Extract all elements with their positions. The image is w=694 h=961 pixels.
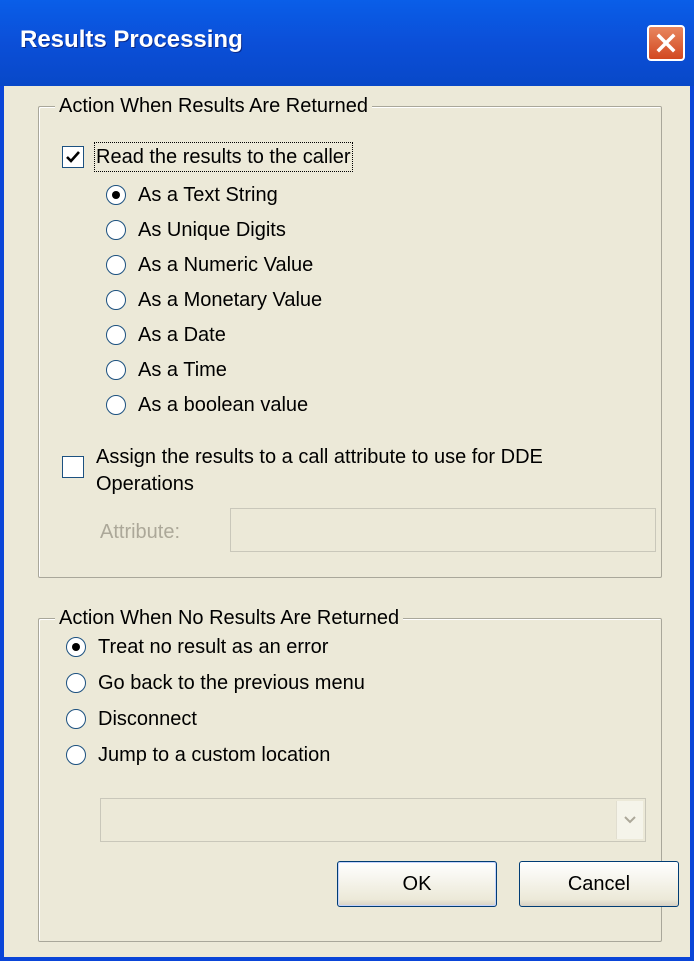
read-results-checkbox[interactable]: Read the results to the caller: [62, 142, 353, 172]
assign-results-label: Assign the results to a call attribute t…: [96, 444, 543, 498]
format-radio-time[interactable]: As a Time: [106, 357, 227, 383]
radio-circle: [66, 637, 86, 657]
radio-circle: [106, 255, 126, 275]
window-title: Results Processing: [20, 26, 243, 53]
radio-circle: [106, 290, 126, 310]
checkbox-box: [62, 456, 84, 478]
results-returned-legend: Action When Results Are Returned: [55, 93, 373, 119]
attribute-label: Attribute:: [100, 521, 181, 543]
checkbox-box: [62, 146, 84, 168]
no-result-option-label: Treat no result as an error: [98, 636, 329, 658]
chevron-down-icon: [624, 816, 636, 824]
checkmark-icon: [66, 151, 80, 163]
no-result-option-label: Go back to the previous menu: [98, 672, 365, 694]
format-radio-unique-digits[interactable]: As Unique Digits: [106, 217, 286, 243]
ok-button[interactable]: OK: [337, 861, 497, 907]
close-icon: [656, 33, 676, 53]
format-option-label: As Unique Digits: [138, 219, 286, 241]
format-radio-date[interactable]: As a Date: [106, 322, 226, 348]
radio-circle: [106, 220, 126, 240]
format-option-label: As a Date: [138, 324, 226, 346]
results-processing-dialog: Results Processing Action When Results A…: [0, 0, 694, 961]
radio-circle: [66, 745, 86, 765]
no-results-legend: Action When No Results Are Returned: [55, 605, 404, 631]
dropdown-button[interactable]: [616, 801, 643, 839]
assign-results-label-line2: Operations: [96, 473, 194, 495]
radio-dot-icon: [72, 643, 80, 651]
dialog-body: Action When Results Are Returned Read th…: [4, 86, 690, 961]
format-radio-monetary-value[interactable]: As a Monetary Value: [106, 287, 322, 313]
radio-circle: [66, 709, 86, 729]
assign-results-label-line1: Assign the results to a call attribute t…: [96, 446, 543, 468]
attribute-input[interactable]: [230, 508, 656, 552]
format-option-label: As a Numeric Value: [138, 254, 314, 276]
no-result-radio-previous-menu[interactable]: Go back to the previous menu: [66, 670, 365, 696]
radio-circle: [106, 325, 126, 345]
cancel-button[interactable]: Cancel: [519, 861, 679, 907]
radio-circle: [106, 185, 126, 205]
custom-location-dropdown[interactable]: [100, 798, 646, 842]
no-result-radio-custom-location[interactable]: Jump to a custom location: [66, 742, 330, 768]
no-result-option-label: Jump to a custom location: [98, 744, 331, 766]
format-option-label: As a Time: [138, 359, 227, 381]
read-results-label: Read the results to the caller: [94, 142, 353, 172]
format-option-label: As a Monetary Value: [138, 289, 323, 311]
radio-circle: [106, 395, 126, 415]
assign-results-checkbox[interactable]: Assign the results to a call attribute t…: [62, 444, 543, 498]
radio-dot-icon: [112, 191, 120, 199]
close-button[interactable]: [647, 25, 685, 61]
no-result-option-label: Disconnect: [98, 708, 197, 730]
format-radio-boolean[interactable]: As a boolean value: [106, 392, 308, 418]
no-result-radio-error[interactable]: Treat no result as an error: [66, 634, 328, 660]
no-result-radio-disconnect[interactable]: Disconnect: [66, 706, 197, 732]
format-radio-numeric-value[interactable]: As a Numeric Value: [106, 252, 313, 278]
title-bar[interactable]: Results Processing: [0, 0, 694, 86]
format-option-label: As a boolean value: [138, 394, 309, 416]
format-option-label: As a Text String: [138, 184, 278, 206]
radio-circle: [106, 360, 126, 380]
radio-circle: [66, 673, 86, 693]
format-radio-text-string[interactable]: As a Text String: [106, 182, 278, 208]
